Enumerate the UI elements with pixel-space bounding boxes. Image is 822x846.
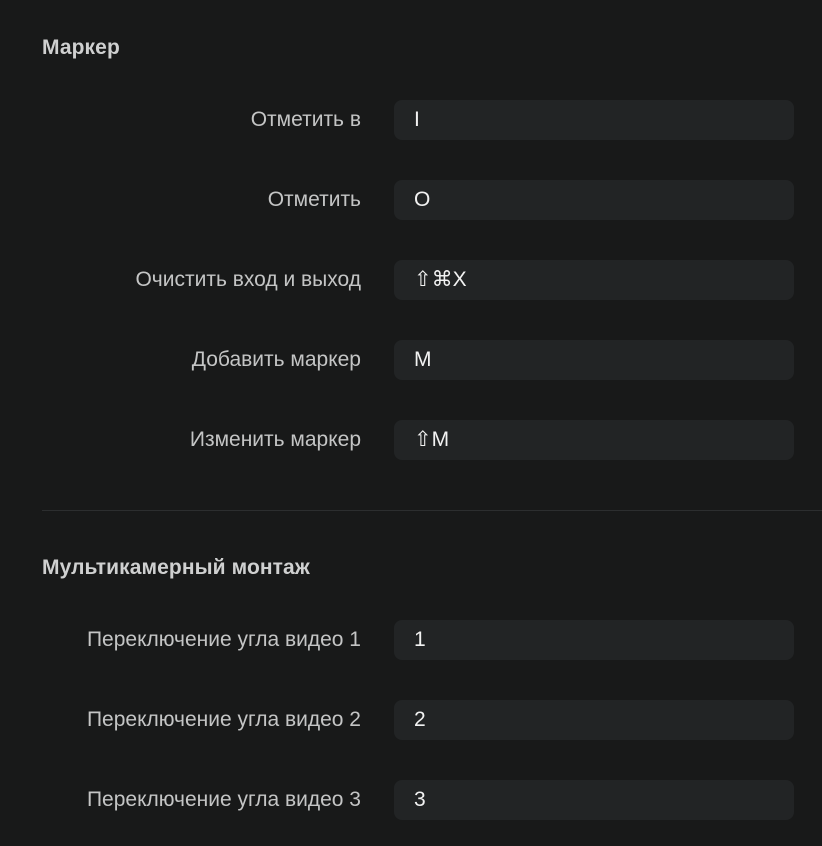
shortcut-label: Переключение угла видео 2 — [86, 708, 361, 731]
shortcut-label: Добавить маркер — [191, 348, 361, 371]
shortcut-label: Изменить маркер — [189, 428, 361, 451]
shortcut-key-field[interactable]: 1 — [394, 620, 794, 660]
shortcut-key-field[interactable]: I — [394, 100, 794, 140]
shortcut-key-field[interactable]: 2 — [394, 700, 794, 740]
section-title-multicam: Мультикамерный монтаж — [42, 556, 310, 579]
shortcut-label: Отметить в — [250, 108, 361, 131]
shortcut-row-clear-in-out: Очистить вход и выход ⇧⌘X — [0, 260, 822, 300]
section-title-marker: Маркер — [42, 36, 120, 59]
shortcut-label: Переключение угла видео 1 — [86, 628, 361, 651]
shortcut-row-angle-1: Переключение угла видео 1 1 — [0, 620, 822, 660]
shortcut-key-field[interactable]: ⇧M — [394, 420, 794, 460]
shortcut-row-add-marker: Добавить маркер M — [0, 340, 822, 380]
shortcut-row-angle-3: Переключение угла видео 3 3 — [0, 780, 822, 820]
shortcuts-panel: Маркер Отметить в I Отметить O Очистить … — [0, 0, 822, 846]
shortcut-row-angle-2: Переключение угла видео 2 2 — [0, 700, 822, 740]
shortcut-row-mark-out: Отметить O — [0, 180, 822, 220]
shortcut-label: Очистить вход и выход — [135, 268, 361, 291]
shortcut-label: Отметить — [267, 188, 361, 211]
section-divider — [42, 510, 822, 511]
shortcut-key-field[interactable]: 3 — [394, 780, 794, 820]
shortcut-key-field[interactable]: M — [394, 340, 794, 380]
shortcut-label: Переключение угла видео 3 — [86, 788, 361, 811]
shortcut-key-field[interactable]: ⇧⌘X — [394, 260, 794, 300]
shortcut-row-mark-in: Отметить в I — [0, 100, 822, 140]
shortcut-row-edit-marker: Изменить маркер ⇧M — [0, 420, 822, 460]
shortcut-key-field[interactable]: O — [394, 180, 794, 220]
